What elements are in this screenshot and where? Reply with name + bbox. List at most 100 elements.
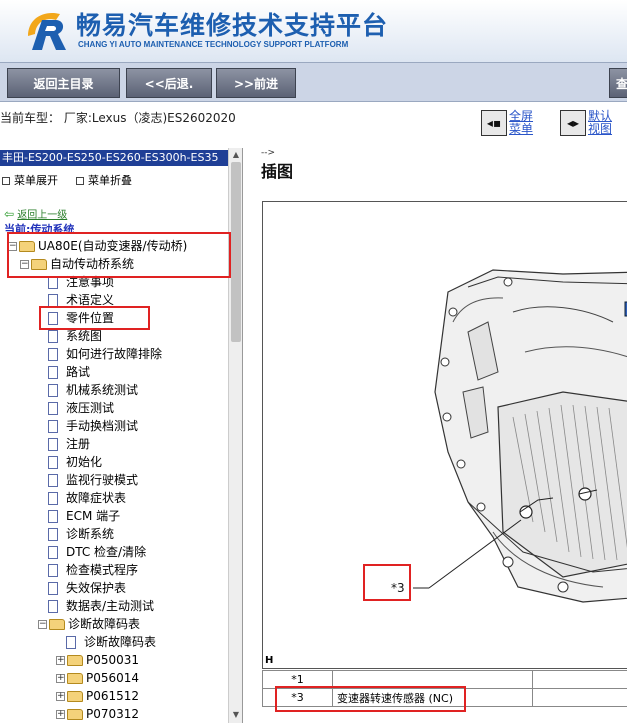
folder-icon <box>67 654 83 666</box>
tree-item-label[interactable]: 液压测试 <box>66 399 114 417</box>
document-icon <box>48 275 58 289</box>
default-view-label[interactable]: 默认视图 <box>588 110 616 136</box>
tree-item[interactable]: 检查模式程序 <box>38 561 138 579</box>
tree-item-label[interactable]: 零件位置 <box>66 309 114 327</box>
collapse-icon <box>76 177 84 185</box>
expand-toggle-icon[interactable]: − <box>38 619 47 629</box>
tree-item[interactable]: ECM 端子 <box>38 507 120 525</box>
scroll-thumb[interactable] <box>231 162 241 342</box>
tree-item[interactable]: 注册 <box>38 435 90 453</box>
search-button[interactable]: 查 <box>609 68 627 98</box>
default-view-icon: ◂▸ <box>560 110 586 136</box>
home-button[interactable]: 返回主目录 <box>7 68 120 98</box>
header: 畅易汽车维修技术支持平台 CHANG YI AUTO MAINTENANCE T… <box>0 0 627 62</box>
part-number-cell: *1 <box>262 670 333 689</box>
tree-item-label[interactable]: 机械系统测试 <box>66 381 138 399</box>
expand-toggle-icon[interactable]: + <box>56 691 65 701</box>
tree-item[interactable]: + P050031 <box>56 651 139 669</box>
tree-item[interactable]: 诊断故障码表 <box>56 633 156 651</box>
tree-item-label[interactable]: DTC 检查/清除 <box>66 543 146 561</box>
tree-item[interactable]: 术语定义 <box>38 291 114 309</box>
tree-item[interactable]: 路试 <box>38 363 90 381</box>
tree-item-label[interactable]: 数据表/主动测试 <box>66 597 154 615</box>
document-icon <box>48 437 58 451</box>
document-icon <box>48 401 58 415</box>
document-icon <box>48 347 58 361</box>
tree-item-label[interactable]: 诊断故障码表 <box>84 633 156 651</box>
folder-icon <box>19 240 35 252</box>
parts-table: *1 *3 变速器转速传感器 (NC) <box>262 670 627 707</box>
forward-button[interactable]: >>前进 <box>216 68 296 98</box>
expand-menu-label[interactable]: 菜单展开 <box>14 174 58 187</box>
tree-item-label[interactable]: P056014 <box>86 669 139 687</box>
collapse-menu-label[interactable]: 菜单折叠 <box>88 174 132 187</box>
tree-item-label[interactable]: 初始化 <box>66 453 102 471</box>
tree-item-label[interactable]: 自动传动桥系统 <box>50 255 134 273</box>
tree-item[interactable]: DTC 检查/清除 <box>38 543 146 561</box>
fullscreen-menu-button[interactable]: ◂▪ 全屏菜单 <box>481 110 537 136</box>
back-up-label[interactable]: 返回上一级 <box>17 210 67 221</box>
tree-item[interactable]: 初始化 <box>38 453 102 471</box>
tree-item-label[interactable]: 故障症状表 <box>66 489 126 507</box>
tree-item[interactable]: + P061512 <box>56 687 139 705</box>
expand-toggle-icon[interactable]: + <box>56 673 65 683</box>
tree-item[interactable]: 数据表/主动测试 <box>38 597 154 615</box>
tree-item-label[interactable]: UA80E(自动变速器/传动桥) <box>38 237 187 255</box>
tree-item-label[interactable]: 诊断系统 <box>66 525 114 543</box>
expand-toggle-icon[interactable]: + <box>56 655 65 665</box>
expand-toggle-icon[interactable]: − <box>8 241 17 251</box>
tree-item-label[interactable]: 诊断故障码表 <box>68 615 140 633</box>
tree-scrollbar[interactable]: ▲ ▼ <box>228 148 242 723</box>
tree-item[interactable]: 手动换档测试 <box>38 417 138 435</box>
tree-item[interactable]: − 自动传动桥系统 <box>20 255 134 273</box>
tree-item-label[interactable]: 术语定义 <box>66 291 114 309</box>
expand-menu-button[interactable]: 菜单展开 <box>2 172 58 188</box>
tree-item[interactable]: 零件位置 <box>38 309 114 327</box>
tree-item-label[interactable]: P050031 <box>86 651 139 669</box>
current-car-model: 当前车型： 厂家:Lexus（凌志)ES2602020 <box>0 111 236 125</box>
default-view-button[interactable]: ◂▸ 默认视图 <box>560 110 616 136</box>
document-icon <box>48 563 58 577</box>
document-icon <box>48 527 58 541</box>
folder-icon <box>67 690 83 702</box>
tree-item[interactable]: 注意事项 <box>38 273 114 291</box>
tree-item[interactable]: + P056014 <box>56 669 139 687</box>
tree-item[interactable]: 液压测试 <box>38 399 114 417</box>
fullscreen-menu-label[interactable]: 全屏菜单 <box>509 110 537 136</box>
scroll-up-icon[interactable]: ▲ <box>231 150 241 160</box>
tree-item-label[interactable]: ECM 端子 <box>66 507 120 525</box>
tree-item[interactable]: + P070312 <box>56 705 139 723</box>
tree-item-label[interactable]: 失效保护表 <box>66 579 126 597</box>
tree-item[interactable]: 失效保护表 <box>38 579 126 597</box>
tree-item[interactable]: − UA80E(自动变速器/传动桥) <box>8 237 187 255</box>
tree-item-label[interactable]: 系统图 <box>66 327 102 345</box>
back-button[interactable]: <<后退. <box>126 68 212 98</box>
scroll-down-icon[interactable]: ▼ <box>231 710 241 720</box>
tree-item[interactable]: 系统图 <box>38 327 102 345</box>
tree-item-label[interactable]: 注册 <box>66 435 90 453</box>
toolbar: 返回主目录 <<后退. >>前进 查 <box>0 62 627 102</box>
site-subtitle: CHANG YI AUTO MAINTENANCE TECHNOLOGY SUP… <box>78 40 349 49</box>
expand-icon <box>2 177 10 185</box>
tree-item[interactable]: 故障症状表 <box>38 489 126 507</box>
tree-item[interactable]: 诊断系统 <box>38 525 114 543</box>
expand-toggle-icon[interactable]: + <box>56 709 65 719</box>
collapse-menu-button[interactable]: 菜单折叠 <box>76 172 132 188</box>
document-icon <box>48 293 58 307</box>
tree-item-label[interactable]: P070312 <box>86 705 139 723</box>
document-icon <box>48 419 58 433</box>
expand-toggle-icon[interactable]: − <box>20 259 29 269</box>
tree-item-label[interactable]: 手动换档测试 <box>66 417 138 435</box>
back-up-link[interactable]: ⇦ 返回上一级 <box>4 206 67 221</box>
tree-item-label[interactable]: 检查模式程序 <box>66 561 138 579</box>
tree-item[interactable]: 监视行驶模式 <box>38 471 138 489</box>
tree-item[interactable]: 如何进行故障排除 <box>38 345 162 363</box>
tree-item-label[interactable]: 如何进行故障排除 <box>66 345 162 363</box>
tree-item-label[interactable]: P061512 <box>86 687 139 705</box>
tree-item-label[interactable]: 路试 <box>66 363 90 381</box>
tree-item-label[interactable]: 监视行驶模式 <box>66 471 138 489</box>
illustration-frame: *3 H <box>262 201 627 669</box>
tree-item[interactable]: − 诊断故障码表 <box>38 615 140 633</box>
tree-item-label[interactable]: 注意事项 <box>66 273 114 291</box>
tree-item[interactable]: 机械系统测试 <box>38 381 138 399</box>
